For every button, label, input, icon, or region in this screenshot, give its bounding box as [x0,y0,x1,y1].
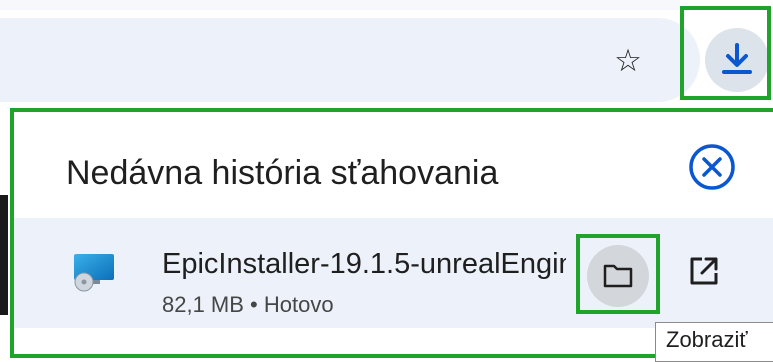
page-edge-mark [0,195,8,315]
downloads-button-highlight [680,6,771,100]
downloads-panel-highlight [10,108,773,358]
toolbar-band [0,0,680,10]
tooltip: Zobraziť [655,322,773,362]
address-bar[interactable] [0,18,700,102]
bookmark-star-icon[interactable]: ☆ [606,38,650,82]
